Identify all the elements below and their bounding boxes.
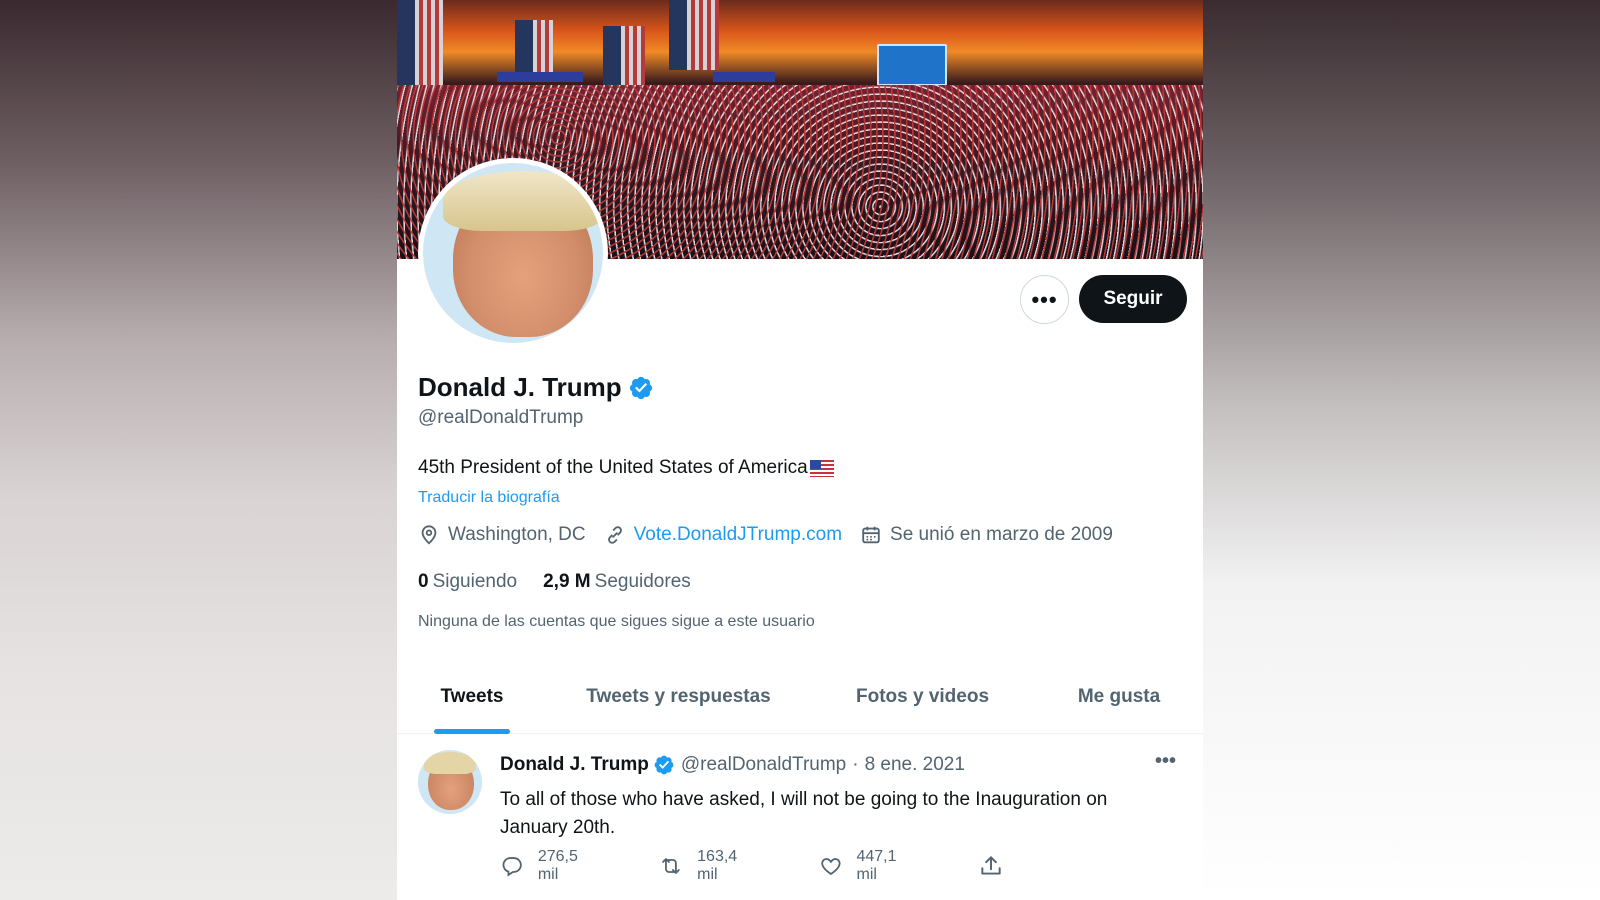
tweet-author-name[interactable]: Donald J. Trump: [500, 754, 649, 776]
tab-label: Tweets y respuestas: [586, 686, 771, 707]
tweet-author-handle[interactable]: @realDonaldTrump: [681, 754, 846, 776]
translate-bio-link[interactable]: Traducir la biografía: [418, 489, 560, 507]
tab-tweets[interactable]: Tweets: [397, 660, 547, 734]
website-link[interactable]: Vote.DonaldJTrump.com: [634, 524, 842, 546]
profile-tabs: Tweets Tweets y respuestas Fotos y video…: [397, 660, 1203, 734]
meta-website: Vote.DonaldJTrump.com: [604, 524, 842, 546]
profile-meta: Washington, DC Vote.DonaldJTrump.com Se …: [418, 524, 1131, 546]
banner-flag: [669, 0, 719, 70]
retweet-count: 163,4 mil: [697, 848, 738, 883]
like-button[interactable]: 447,1 mil: [819, 848, 916, 884]
followers-count: 2,9 M: [543, 571, 591, 592]
followers-you-know-note: Ninguna de las cuentas que sigues sigue …: [418, 613, 815, 630]
banner-flag: [397, 0, 443, 90]
tweet-more-button[interactable]: •••: [1155, 750, 1176, 773]
follow-button[interactable]: Seguir: [1079, 275, 1187, 323]
tweet-text: To all of those who have asked, I will n…: [500, 789, 1108, 838]
profile-avatar[interactable]: [418, 158, 608, 348]
avatar-hair: [443, 171, 603, 231]
heart-icon: [820, 858, 841, 875]
link-icon: [607, 526, 622, 544]
bio-text: 45th President of the United States of A…: [418, 457, 808, 478]
banner-strip: [713, 72, 775, 82]
avatar-hair: [424, 752, 476, 774]
profile-name: Donald J. Trump: [418, 372, 622, 402]
joined-text: Se unió en marzo de 2009: [890, 524, 1113, 545]
tab-label: Fotos y videos: [855, 686, 990, 707]
banner-flag: [515, 20, 553, 76]
reply-button[interactable]: 276,5 mil: [500, 848, 597, 884]
tweet-actions: 276,5 mil 163,4 mil 447,1 mil: [500, 848, 1080, 884]
followers-label: Seguidores: [594, 571, 691, 592]
banner-strip: [497, 72, 583, 82]
tweet-separator: ·: [852, 754, 859, 775]
verified-badge-icon: [654, 755, 674, 775]
profile-handle: @realDonaldTrump: [418, 407, 584, 428]
more-options-button[interactable]: •••: [1020, 275, 1069, 324]
tab-likes[interactable]: Me gusta: [1035, 660, 1203, 734]
background-left: [0, 0, 397, 900]
tab-media[interactable]: Fotos y videos: [810, 660, 1035, 734]
tweet[interactable]: Donald J. Trump @realDonaldTrump · 8 ene…: [397, 734, 1203, 900]
following-label: Siguiendo: [432, 571, 518, 592]
like-count: 447,1 mil: [856, 848, 897, 883]
meta-location: Washington, DC: [418, 524, 586, 546]
share-icon: [981, 856, 1001, 875]
following-stat[interactable]: 0 Siguiendo: [418, 571, 517, 593]
reply-count: 276,5 mil: [537, 848, 578, 883]
location-text: Washington, DC: [448, 524, 586, 545]
tab-tweets-replies[interactable]: Tweets y respuestas: [547, 660, 810, 734]
retweet-icon: [662, 858, 681, 874]
tab-label: Me gusta: [1077, 686, 1161, 707]
profile-bio: 45th President of the United States of A…: [418, 457, 834, 479]
tweet-avatar[interactable]: [418, 750, 482, 814]
share-button[interactable]: [978, 848, 1018, 884]
profile-stats: 0 Siguiendo 2,9 M Seguidores: [418, 571, 717, 593]
tweet-date[interactable]: 8 ene. 2021: [865, 754, 965, 776]
background-right: [1203, 0, 1600, 900]
us-flag-emoji-icon: [809, 459, 834, 477]
followers-stat[interactable]: 2,9 M Seguidores: [543, 571, 691, 593]
banner-sign: [877, 44, 947, 86]
profile-name-row: Donald J. Trump: [418, 372, 654, 403]
tweet-header: Donald J. Trump @realDonaldTrump · 8 ene…: [500, 754, 965, 776]
profile-panel: ••• Seguir Donald J. Trump @realDonaldTr…: [397, 0, 1203, 900]
verified-badge-icon: [629, 376, 652, 399]
meta-joined: Se unió en marzo de 2009: [860, 524, 1113, 546]
calendar-icon: [862, 526, 880, 544]
following-count: 0: [418, 571, 429, 592]
location-pin-icon: [421, 525, 437, 545]
retweet-button[interactable]: 163,4 mil: [659, 848, 756, 884]
tab-label: Tweets: [440, 686, 504, 707]
reply-icon: [502, 857, 522, 877]
